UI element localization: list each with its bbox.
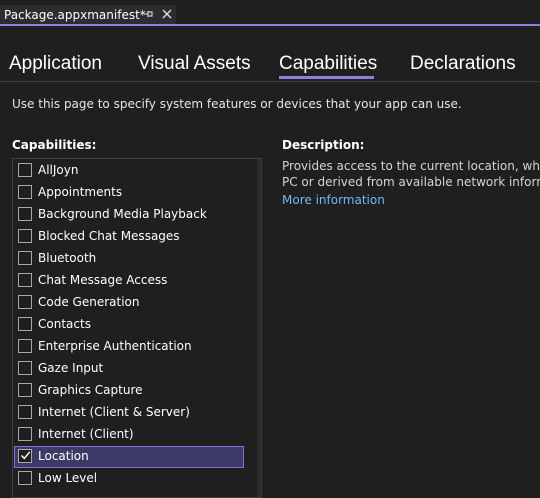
capability-item-internet-client-server[interactable]: Internet (Client & Server) xyxy=(14,402,244,424)
manifest-section-tabs: Application Visual Assets Capabilities D… xyxy=(0,26,540,81)
capability-item-blocked-chat-messages[interactable]: Blocked Chat Messages xyxy=(14,226,244,248)
capability-checkbox[interactable] xyxy=(18,185,32,199)
close-icon[interactable] xyxy=(161,8,173,20)
description-heading: Description: xyxy=(282,138,365,152)
capability-item-appointments[interactable]: Appointments xyxy=(14,182,244,204)
document-tab-strip: Package.appxmanifest* xyxy=(0,0,540,24)
capability-item-low-level[interactable]: Low Level xyxy=(14,468,244,490)
tab-visual-assets[interactable]: Visual Assets xyxy=(138,53,251,75)
tab-application[interactable]: Application xyxy=(9,53,102,75)
capability-checkbox[interactable] xyxy=(18,427,32,441)
capability-item-background-media-playback[interactable]: Background Media Playback xyxy=(14,204,244,226)
capability-label: Internet (Client & Server) xyxy=(38,405,190,419)
description-text: Provides access to the current location,… xyxy=(282,158,540,190)
capability-label: Enterprise Authentication xyxy=(38,339,192,353)
scrollbar-thumb[interactable] xyxy=(261,177,262,497)
capability-checkbox[interactable] xyxy=(18,383,32,397)
pin-icon[interactable] xyxy=(142,7,154,21)
capability-label: Low Level xyxy=(38,471,98,485)
capabilities-list: AllJoyn Appointments Background Media Pl… xyxy=(12,158,262,498)
capability-item-graphics-capture[interactable]: Graphics Capture xyxy=(14,380,244,402)
capability-item-bluetooth[interactable]: Bluetooth xyxy=(14,248,244,270)
capability-checkbox[interactable] xyxy=(18,295,32,309)
capability-label: Internet (Client) xyxy=(38,427,134,441)
capability-checkbox[interactable] xyxy=(18,405,32,419)
capabilities-heading: Capabilities: xyxy=(12,138,97,152)
capability-label: Chat Message Access xyxy=(38,273,168,287)
list-scrollbar[interactable] xyxy=(257,159,262,497)
more-information-link[interactable]: More information xyxy=(282,193,385,207)
scroll-up-arrow-icon[interactable] xyxy=(261,165,262,171)
capability-checkbox[interactable] xyxy=(18,317,32,331)
description-line: PC or derived from available network inf… xyxy=(282,175,540,189)
tab-divider xyxy=(0,81,540,82)
document-tab-title: Package.appxmanifest* xyxy=(4,7,146,22)
capability-label: Contacts xyxy=(38,317,91,331)
capability-item-chat-message-access[interactable]: Chat Message Access xyxy=(14,270,244,292)
capability-checkbox-checked[interactable] xyxy=(18,449,32,463)
tab-declarations[interactable]: Declarations xyxy=(410,53,516,75)
capability-label: Graphics Capture xyxy=(38,383,143,397)
capability-item-alljoyn[interactable]: AllJoyn xyxy=(14,160,244,182)
checkmark-icon xyxy=(20,451,31,460)
capability-label: Appointments xyxy=(38,185,123,199)
capability-checkbox[interactable] xyxy=(18,471,32,485)
capability-item-location[interactable]: Location xyxy=(14,446,244,468)
capability-item-code-generation[interactable]: Code Generation xyxy=(14,292,244,314)
tab-capabilities[interactable]: Capabilities xyxy=(279,53,377,75)
capability-checkbox[interactable] xyxy=(18,339,32,353)
capability-checkbox[interactable] xyxy=(18,273,32,287)
capability-label: Location xyxy=(38,449,89,463)
capability-item-internet-client[interactable]: Internet (Client) xyxy=(14,424,244,446)
selected-tab-underline xyxy=(279,76,374,79)
capability-label: Blocked Chat Messages xyxy=(38,229,180,243)
capability-checkbox[interactable] xyxy=(18,207,32,221)
description-line: Provides access to the current location,… xyxy=(282,159,540,173)
capability-label: Gaze Input xyxy=(38,361,104,375)
capability-checkbox[interactable] xyxy=(18,361,32,375)
document-tab[interactable]: Package.appxmanifest* xyxy=(0,5,176,24)
capability-item-gaze-input[interactable]: Gaze Input xyxy=(14,358,244,380)
intro-text: Use this page to specify system features… xyxy=(12,97,462,111)
capability-item-enterprise-authentication[interactable]: Enterprise Authentication xyxy=(14,336,244,358)
capability-label: Background Media Playback xyxy=(38,207,207,221)
capability-checkbox[interactable] xyxy=(18,229,32,243)
capability-label: AllJoyn xyxy=(38,163,79,177)
capability-checkbox[interactable] xyxy=(18,251,32,265)
capability-label: Code Generation xyxy=(38,295,140,309)
capability-checkbox[interactable] xyxy=(18,163,32,177)
capability-label: Bluetooth xyxy=(38,251,97,265)
capability-item-contacts[interactable]: Contacts xyxy=(14,314,244,336)
